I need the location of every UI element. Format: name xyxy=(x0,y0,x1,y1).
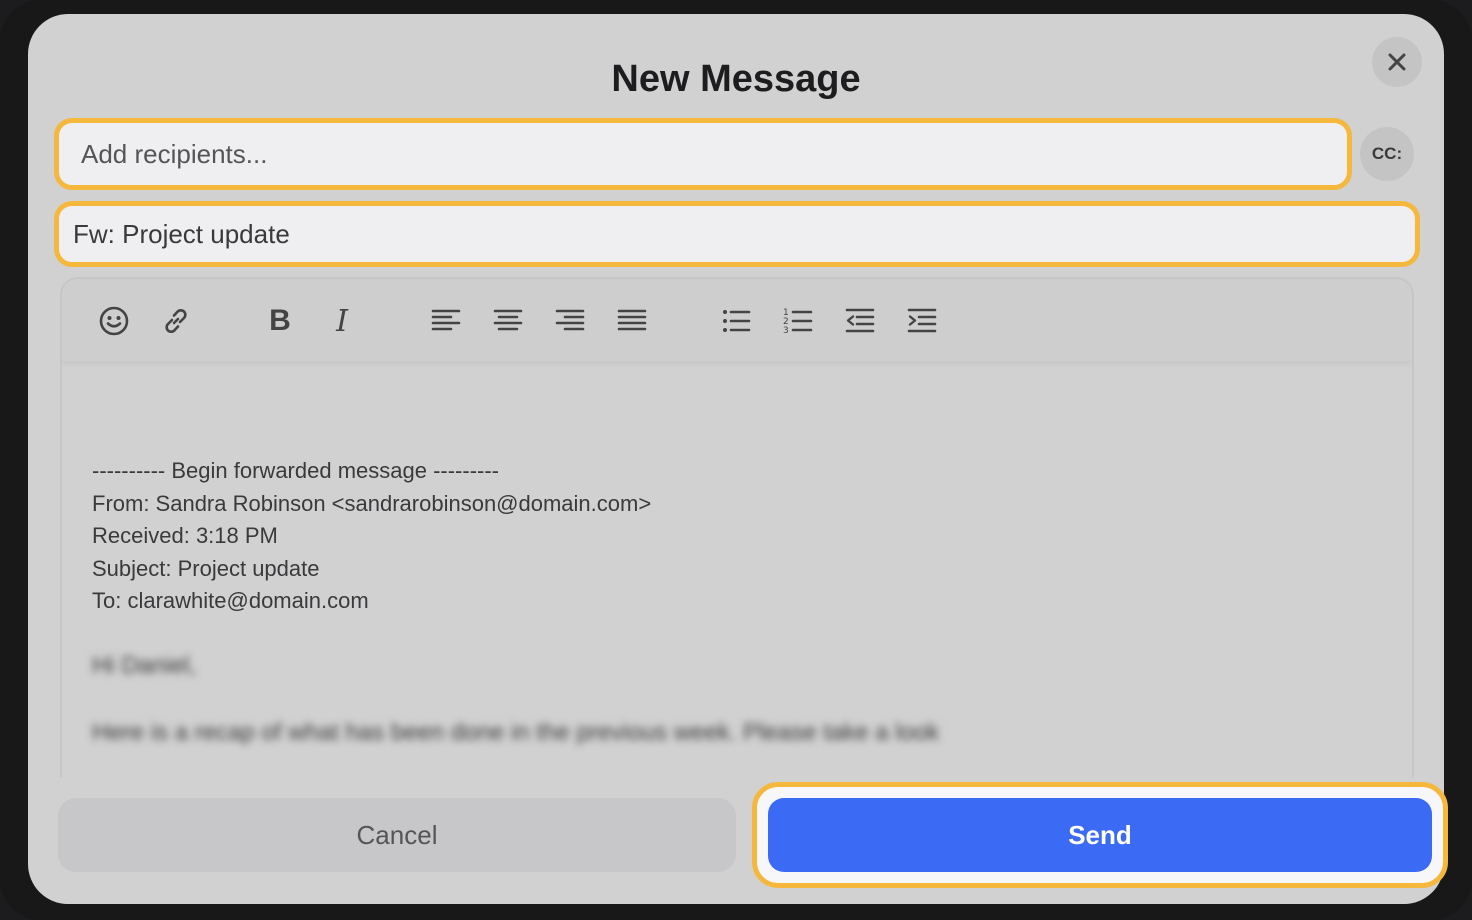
send-button-highlight: Send xyxy=(752,782,1448,888)
link-button[interactable] xyxy=(154,299,198,343)
numbered-list-button[interactable]: 1 2 3 xyxy=(776,299,820,343)
align-justify-button[interactable] xyxy=(610,299,654,343)
italic-button[interactable]: I xyxy=(320,299,364,343)
subject-input[interactable] xyxy=(59,206,1415,262)
forward-separator: ---------- Begin forwarded message -----… xyxy=(92,458,500,483)
cc-button[interactable]: CC: xyxy=(1360,127,1414,181)
emoji-button[interactable] xyxy=(92,299,136,343)
align-left-button[interactable] xyxy=(424,299,468,343)
subject-field-highlight xyxy=(54,201,1420,267)
message-editor[interactable]: B I 1 2 3 ---------- Begin forwarded mes… xyxy=(60,277,1414,777)
indent-icon xyxy=(907,308,937,333)
outdent-icon xyxy=(845,308,875,333)
bullet-list-button[interactable] xyxy=(714,299,758,343)
italic-icon: I xyxy=(336,303,348,339)
close-icon xyxy=(1388,53,1406,71)
cc-label: CC: xyxy=(1371,144,1403,163)
align-center-button[interactable] xyxy=(486,299,530,343)
emoji-icon xyxy=(99,306,129,336)
bold-icon: B xyxy=(269,304,291,337)
align-right-button[interactable] xyxy=(548,299,592,343)
recipients-input[interactable] xyxy=(59,123,1347,185)
align-right-icon xyxy=(555,309,585,331)
align-justify-icon xyxy=(617,309,647,331)
formatting-toolbar: B I 1 2 3 xyxy=(62,279,1412,361)
close-button[interactable] xyxy=(1372,37,1422,87)
link-icon xyxy=(165,308,187,334)
align-left-icon xyxy=(431,309,461,331)
bullet-list-icon xyxy=(723,310,751,332)
numbered-list-icon: 1 2 3 xyxy=(783,308,813,336)
dialog-title: New Message xyxy=(611,58,861,100)
forward-to: To: clarawhite@domain.com xyxy=(92,588,369,613)
forward-from: From: Sandra Robinson <sandrarobinson@do… xyxy=(92,490,652,516)
send-button[interactable]: Send xyxy=(768,798,1432,872)
forward-subject: Subject: Project update xyxy=(92,555,320,581)
forwarded-message-header: ---------- Begin forwarded message -----… xyxy=(92,455,651,618)
align-center-icon xyxy=(493,309,523,331)
outdent-button[interactable] xyxy=(838,299,882,343)
recipients-field-highlight xyxy=(54,118,1352,190)
cancel-button[interactable]: Cancel xyxy=(58,798,736,872)
svg-text:3: 3 xyxy=(783,326,789,336)
message-text: Here is a recap of what has been done in… xyxy=(92,719,940,746)
forward-received: Received: 3:18 PM xyxy=(92,523,278,548)
message-greeting: Hi Daniel, xyxy=(92,652,197,679)
indent-button[interactable] xyxy=(900,299,944,343)
bold-button[interactable]: B xyxy=(258,299,302,343)
